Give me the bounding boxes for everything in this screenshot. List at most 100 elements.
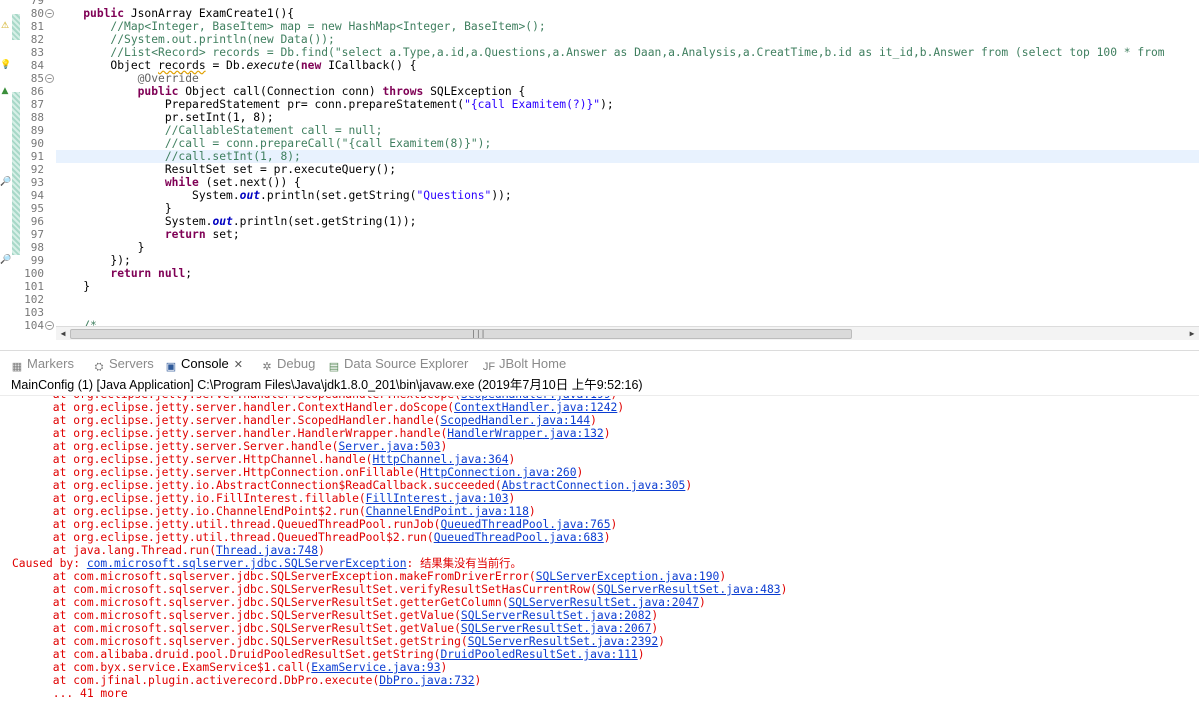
line-number: 86: [30, 85, 44, 98]
code-line[interactable]: //call = conn.prepareCall("{call Examite…: [56, 137, 491, 150]
code-line[interactable]: }: [56, 202, 172, 215]
code-line[interactable]: System.out.println(set.getString("Questi…: [56, 189, 512, 202]
line-number: 99: [30, 254, 44, 267]
console-line: at org.eclipse.jetty.io.ChannelEndPoint$…: [12, 505, 536, 518]
code-token: ;: [185, 267, 193, 280]
console-text: ): [685, 479, 693, 492]
line-number: 95: [30, 202, 44, 215]
warning-icon[interactable]: ⚠: [0, 20, 10, 33]
code-line[interactable]: @Override: [56, 72, 199, 85]
stack-trace-link[interactable]: SQLServerException.java:190: [536, 570, 720, 583]
tab-data-source-explorer[interactable]: ▤ Data Source Explorer: [327, 355, 468, 373]
console-text: ): [508, 453, 516, 466]
stack-trace-link[interactable]: Thread.java:748: [216, 544, 318, 557]
tab-label: Data Source Explorer: [344, 356, 469, 371]
fold-collapse-icon[interactable]: −: [45, 9, 54, 18]
stack-trace-link[interactable]: ChannelEndPoint.java:118: [366, 505, 529, 518]
search-occurrence-icon[interactable]: 🔎: [0, 254, 11, 267]
line-number: 98: [30, 241, 44, 254]
stack-trace-link[interactable]: HandlerWrapper.java:132: [447, 427, 603, 440]
code-text-area[interactable]: public JsonArray ExamCreate1(){ //Map<In…: [56, 0, 1199, 326]
console-text: at org.eclipse.jetty.io.AbstractConnecti…: [12, 479, 502, 492]
code-line[interactable]: /*: [56, 319, 97, 326]
change-marker: [12, 92, 20, 255]
code-line[interactable]: });: [56, 254, 130, 267]
code-line[interactable]: //List<Record> records = Db.find("select…: [56, 46, 1164, 59]
code-line[interactable]: public Object call(Connection conn) thro…: [56, 85, 526, 98]
stack-trace-link[interactable]: QueuedThreadPool.java:765: [440, 518, 610, 531]
tab-console[interactable]: ▣ Console ✕: [164, 355, 243, 373]
code-line[interactable]: while (set.next()) {: [56, 176, 301, 189]
fold-collapse-icon[interactable]: −: [45, 74, 54, 83]
stack-trace-link[interactable]: FillInterest.java:103: [366, 492, 509, 505]
line-number: 94: [30, 189, 44, 202]
code-line[interactable]: Object records = Db.execute(new ICallbac…: [56, 59, 416, 72]
code-line[interactable]: PreparedStatement pr= conn.prepareStatem…: [56, 98, 614, 111]
stack-trace-link[interactable]: SQLServerResultSet.java:483: [597, 583, 781, 596]
stack-trace-link[interactable]: ExamService.java:93: [311, 661, 440, 674]
editor-horizontal-scrollbar[interactable]: ◀ ||| ▶: [56, 326, 1199, 340]
code-line[interactable]: }: [56, 241, 145, 254]
servers-icon: ⛭: [94, 361, 104, 373]
console-line: at org.eclipse.jetty.io.AbstractConnecti…: [12, 479, 692, 492]
stack-trace-link[interactable]: ContextHandler.java:1242: [454, 401, 617, 414]
stack-trace-link[interactable]: SQLServerResultSet.java:2392: [468, 635, 658, 648]
console-text: at com.alibaba.druid.pool.DruidPooledRes…: [12, 648, 441, 661]
line-number: 80: [30, 7, 44, 20]
stack-trace-link[interactable]: SQLServerResultSet.java:2067: [461, 622, 651, 635]
console-line: at org.eclipse.jetty.util.thread.QueuedT…: [12, 531, 611, 544]
lightbulb-warning-icon[interactable]: 💡: [0, 59, 11, 72]
console-text: ): [590, 414, 597, 427]
code-line-current[interactable]: //call.setInt(1, 8);: [56, 150, 1199, 163]
close-icon[interactable]: ✕: [234, 359, 243, 371]
code-line[interactable]: ResultSet set = pr.executeQuery();: [56, 163, 396, 176]
stack-trace-link[interactable]: AbstractConnection.java:305: [502, 479, 686, 492]
code-line[interactable]: }: [56, 280, 90, 293]
console-output[interactable]: at org.eclipse.jetty.server.handler.Scop…: [0, 395, 1199, 703]
scrollbar-thumb[interactable]: |||: [70, 329, 852, 339]
code-line[interactable]: public JsonArray ExamCreate1(){: [56, 7, 294, 20]
code-token: return: [164, 228, 206, 241]
console-text: ): [610, 518, 618, 531]
code-token: out: [239, 189, 261, 202]
code-line[interactable]: pr.setInt(1, 8);: [56, 111, 274, 124]
console-text: at org.eclipse.jetty.server.HttpChannel.…: [12, 453, 373, 466]
tab-jbolt-home[interactable]: JF JBolt Home: [482, 355, 566, 373]
code-token: "{call Examitem(?)}": [464, 98, 601, 111]
stack-trace-link[interactable]: SQLServerResultSet.java:2047: [509, 596, 699, 609]
scroll-left-icon[interactable]: ◀: [58, 328, 68, 340]
stack-trace-link[interactable]: HttpChannel.java:364: [372, 453, 508, 466]
code-token: "Questions": [416, 189, 492, 202]
console-text: ): [617, 401, 625, 414]
console-line: at com.microsoft.sqlserver.jdbc.SQLServe…: [12, 583, 788, 596]
search-occurrence-icon[interactable]: 🔎: [0, 176, 11, 189]
code-line[interactable]: //System.out.println(new Data());: [56, 33, 334, 46]
console-text: at org.eclipse.jetty.io.FillInterest.fil…: [12, 492, 366, 505]
stack-trace-link[interactable]: DbPro.java:732: [379, 674, 474, 687]
override-triangle-icon[interactable]: ▲: [0, 85, 10, 98]
code-token: return: [110, 267, 152, 280]
tab-servers[interactable]: ⛭ Servers: [92, 355, 154, 373]
code-line[interactable]: System.out.println(set.getString(1));: [56, 215, 417, 228]
stack-trace-link[interactable]: SQLServerResultSet.java:2082: [461, 609, 651, 622]
code-editor[interactable]: ⚠ 💡 ▲ 🔎 🔎 79 80 81 82 83 84 85 86 87 88 89 90 91 92 93 94 95…: [0, 0, 1199, 340]
stack-trace-link[interactable]: com.microsoft.sqlserver.jdbc.SQLServerEx…: [87, 557, 407, 570]
tab-debug[interactable]: ✲ Debug: [260, 355, 315, 373]
code-line[interactable]: return set;: [56, 228, 240, 241]
stack-trace-link[interactable]: QueuedThreadPool.java:683: [434, 531, 604, 544]
stack-trace-link[interactable]: DruidPooledResultSet.java:111: [440, 648, 637, 661]
console-text: ): [780, 583, 788, 596]
console-text: ): [318, 544, 325, 557]
console-text: at org.eclipse.jetty.server.handler.Hand…: [12, 427, 448, 440]
code-token: .println(set.getString(1));: [232, 215, 417, 228]
tab-markers[interactable]: ▦ Markers: [10, 355, 74, 373]
fold-collapse-icon[interactable]: −: [45, 321, 54, 330]
stack-trace-link[interactable]: ScopedHandler.java:144: [440, 414, 590, 427]
scroll-right-icon[interactable]: ▶: [1187, 328, 1197, 340]
console-text: at com.microsoft.sqlserver.jdbc.SQLServe…: [12, 635, 468, 648]
code-line[interactable]: //CallableStatement call = null;: [56, 124, 383, 137]
stack-trace-link[interactable]: Server.java:503: [338, 440, 440, 453]
stack-trace-link[interactable]: HttpConnection.java:260: [420, 466, 576, 479]
code-line[interactable]: return null;: [56, 267, 192, 280]
code-line[interactable]: //Map<Integer, BaseItem> map = new HashM…: [56, 20, 545, 33]
